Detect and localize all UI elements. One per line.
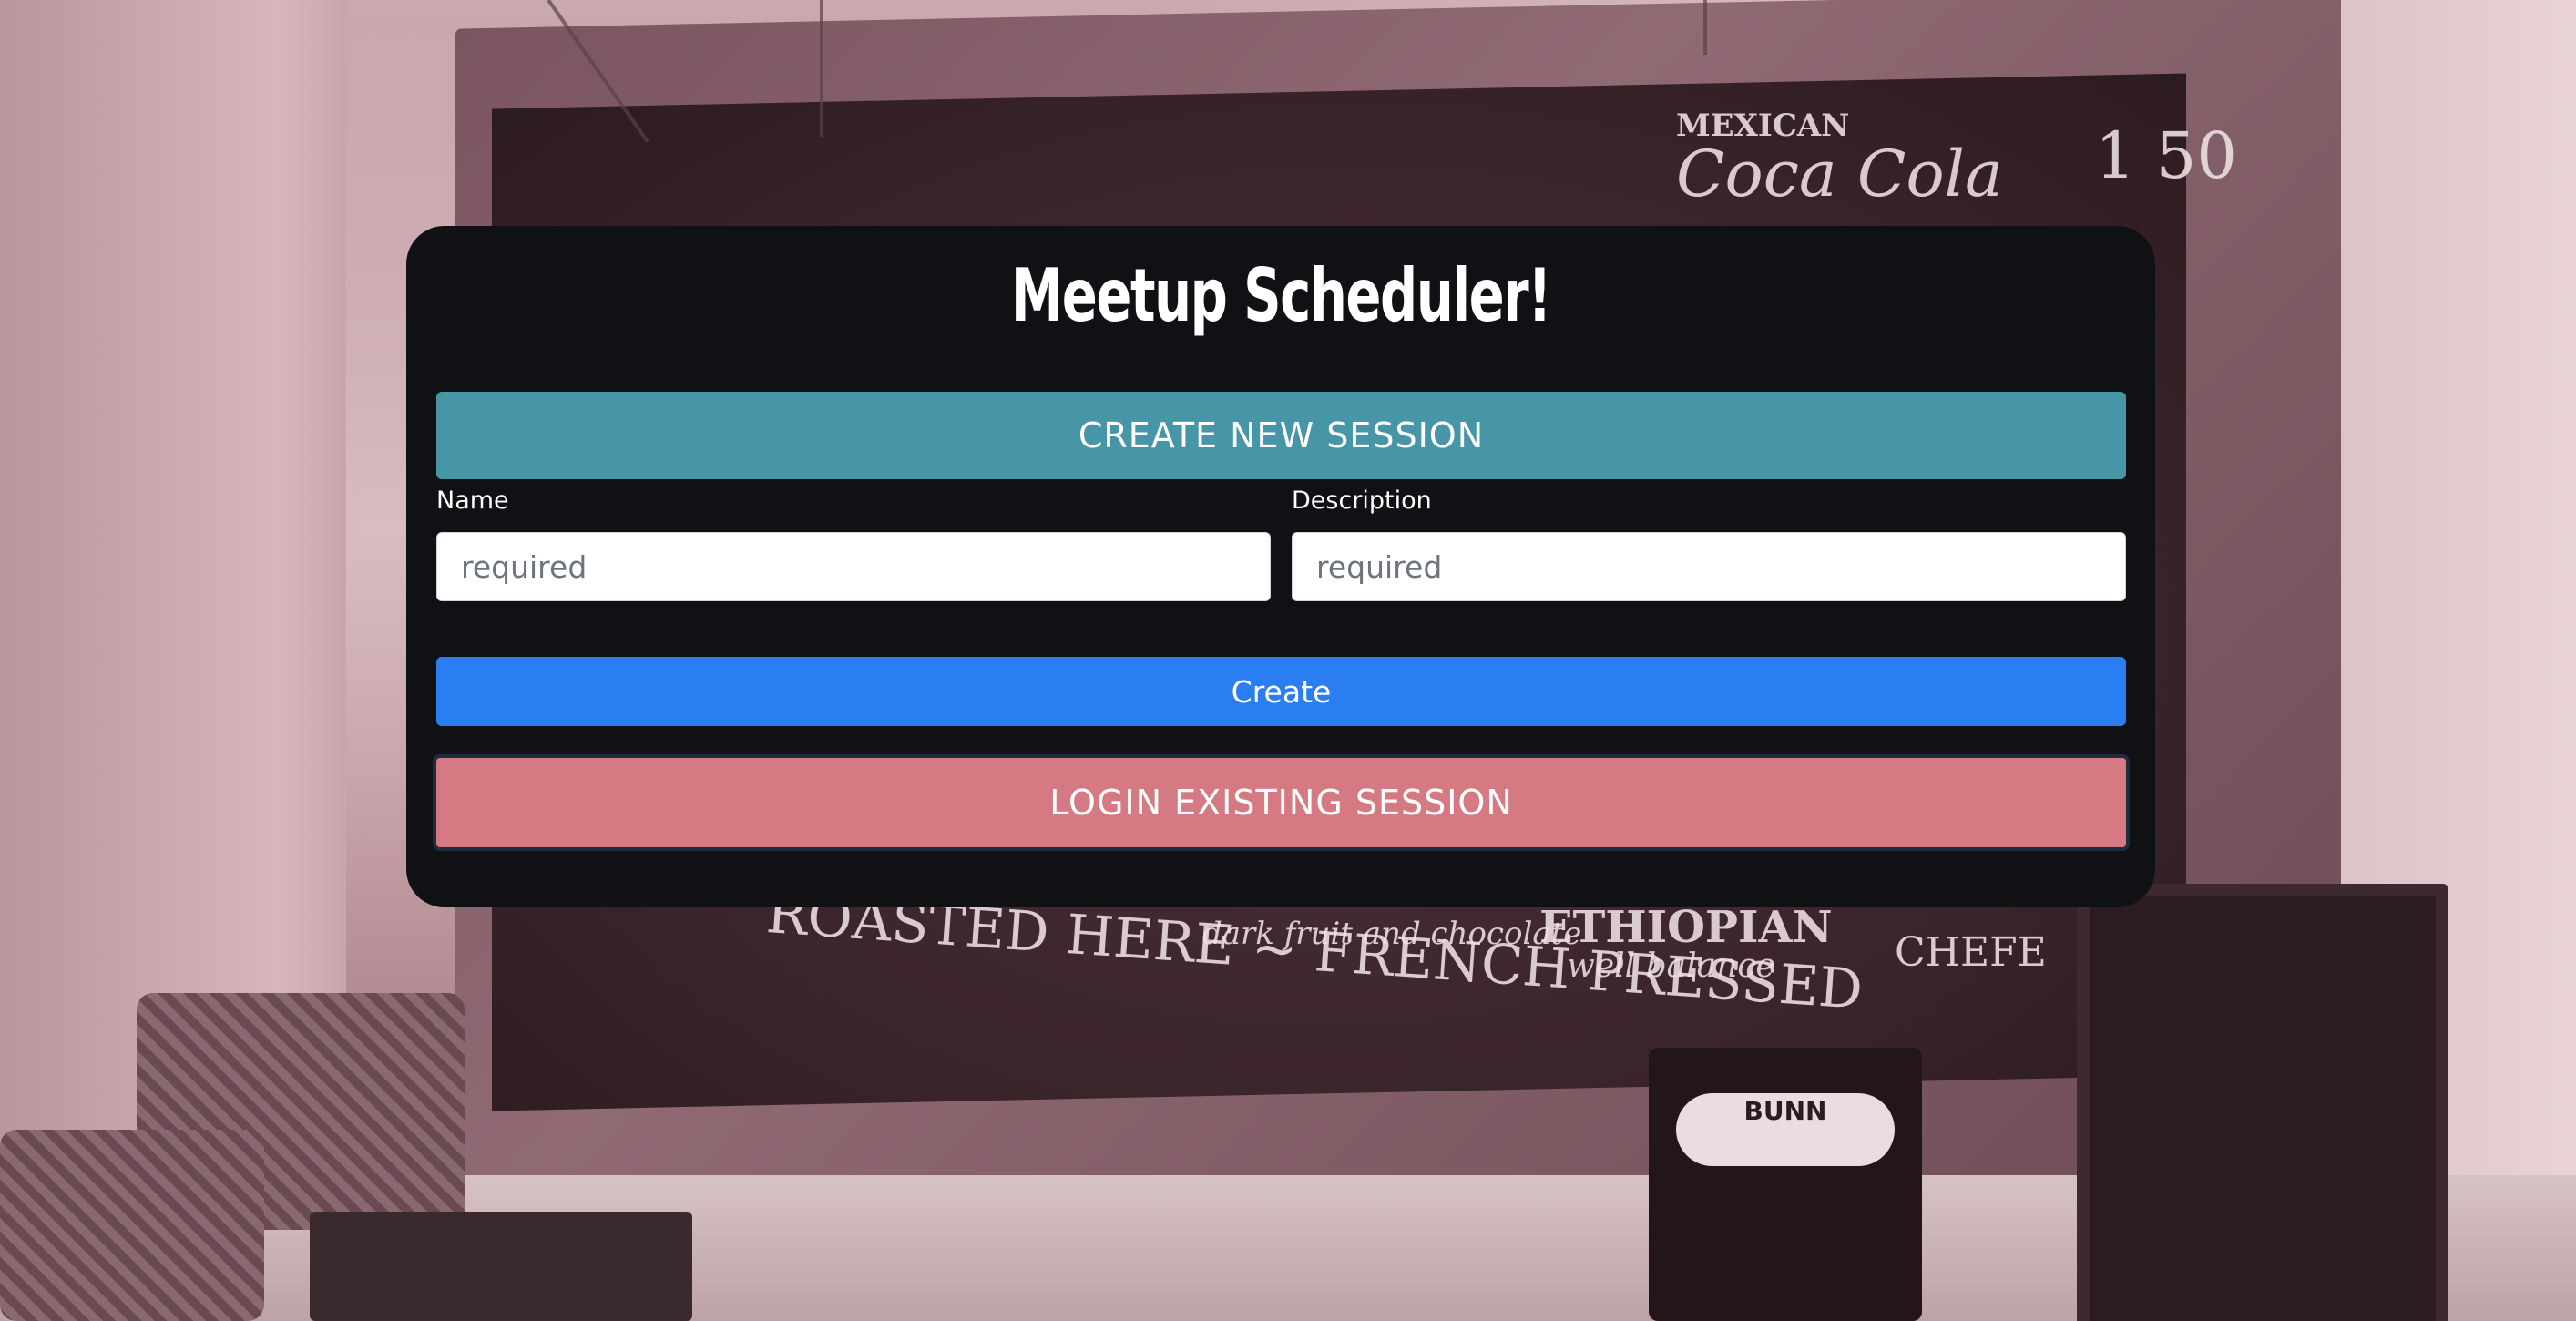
background-board-text: Coca Cola — [1676, 137, 2003, 211]
background-board-text: ETHIOPIAN — [1539, 902, 1833, 953]
background-board-text: well balance — [1567, 947, 1775, 985]
name-input[interactable] — [436, 532, 1271, 601]
login-existing-session-button[interactable]: LOGIN EXISTING SESSION — [433, 754, 2130, 851]
background-board-text: dark fruit and chocolate — [1202, 916, 1582, 952]
description-input[interactable] — [1292, 532, 2126, 601]
scheduler-panel: Meetup Scheduler! CREATE NEW SESSION Nam… — [406, 226, 2155, 907]
create-button[interactable]: Create — [436, 657, 2126, 726]
background-board-text: 1 50 — [2095, 118, 2237, 193]
background-chain — [1703, 0, 1707, 55]
background-grinder-label: BUNN — [1676, 1093, 1895, 1166]
page-title: Meetup Scheduler! — [1010, 253, 1552, 338]
background-coffee-grinder — [1649, 1048, 1922, 1321]
description-label: Description — [1292, 486, 1432, 515]
background-basket — [0, 1130, 264, 1321]
create-new-session-button[interactable]: CREATE NEW SESSION — [436, 392, 2126, 479]
background-board-text: CHEFE — [1895, 929, 2047, 976]
name-label: Name — [436, 486, 509, 515]
background-chain — [820, 0, 823, 137]
background-speaker — [2077, 884, 2448, 1321]
background-toaster-oven — [310, 1212, 692, 1321]
